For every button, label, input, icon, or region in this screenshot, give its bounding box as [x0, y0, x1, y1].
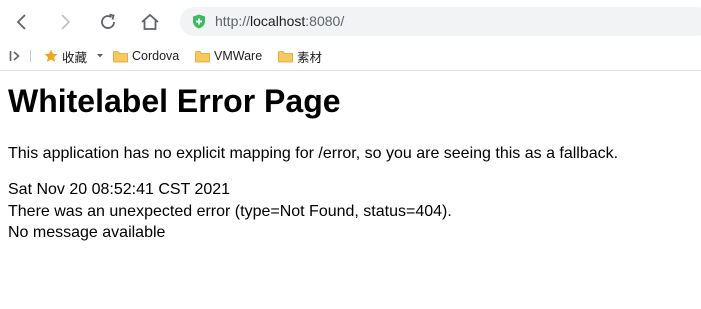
shield-icon[interactable] — [192, 14, 206, 29]
forward-arrow-icon — [61, 14, 71, 30]
url-scheme: http:// — [215, 13, 251, 29]
reload-button[interactable] — [95, 9, 121, 35]
bookmark-vmware[interactable]: VMWare — [195, 42, 262, 70]
bookmark-label: 素材 — [297, 50, 323, 65]
bookmark-assets[interactable]: 素材 — [278, 42, 322, 70]
caret-down-icon — [97, 54, 104, 58]
bookmark-favorites[interactable]: 收藏 — [44, 42, 104, 70]
folder-icon — [278, 50, 293, 62]
back-arrow-icon — [16, 14, 26, 30]
bookmarks-separator — [30, 50, 31, 62]
star-icon — [44, 49, 58, 62]
bookmark-label: Cordova — [132, 49, 180, 63]
bookmark-label: 收藏 — [62, 50, 88, 65]
error-message: No message available — [8, 224, 166, 241]
bookmarks-bar: 收藏 Cordova VMWare 素材 — [0, 42, 701, 71]
sidebar-toggle-button[interactable] — [9, 42, 21, 70]
browser-toolbar: http://localhost:8080/ — [0, 0, 701, 42]
home-icon — [141, 13, 159, 30]
sidebar-toggle-icon — [9, 51, 20, 61]
bookmark-label: VMWare — [214, 49, 263, 63]
url-text[interactable]: http://localhost:8080/ — [215, 12, 344, 31]
reload-icon — [101, 13, 115, 29]
back-button[interactable] — [9, 9, 35, 35]
home-button[interactable] — [137, 9, 163, 35]
error-description: This application has no explicit mapping… — [8, 145, 619, 162]
address-bar[interactable]: http://localhost:8080/ — [180, 7, 701, 36]
error-timestamp: Sat Nov 20 08:52:41 CST 2021 — [8, 181, 231, 198]
url-rest: :8080/ — [305, 13, 345, 29]
error-detail: There was an unexpected error (type=Not … — [8, 203, 452, 220]
folder-icon — [195, 50, 210, 62]
bookmark-cordova[interactable]: Cordova — [113, 42, 179, 70]
forward-button[interactable] — [52, 9, 78, 35]
folder-icon — [113, 50, 128, 62]
page-title: Whitelabel Error Page — [8, 83, 341, 119]
url-host: localhost — [250, 13, 306, 29]
